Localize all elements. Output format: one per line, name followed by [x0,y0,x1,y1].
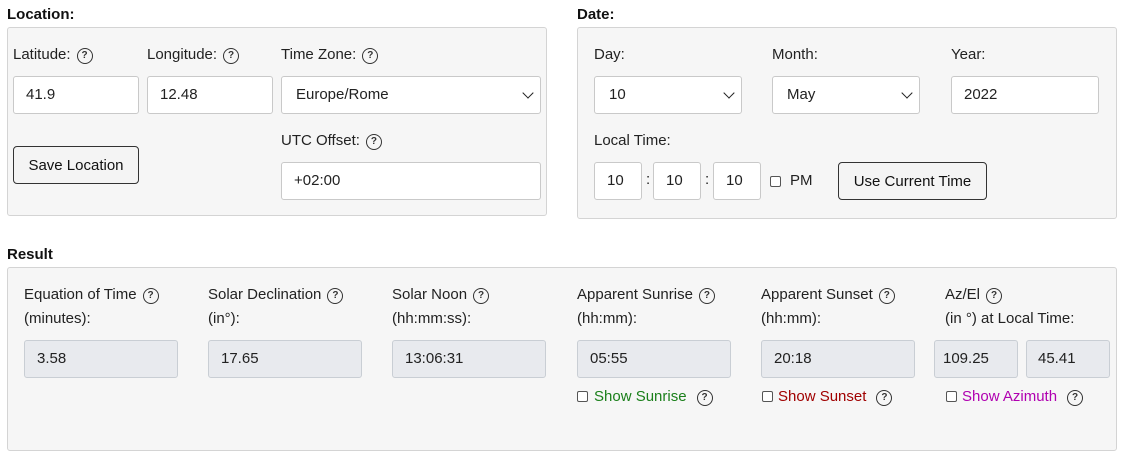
show-sunrise-checkbox[interactable] [577,391,588,402]
show-sunrise-row: Show Sunrise? [594,388,713,406]
help-icon[interactable]: ? [878,288,895,304]
latitude-label-row: Latitude:? [13,46,93,64]
hour-input[interactable]: 10 [594,162,642,200]
eot-unit-label: (minutes): [24,310,91,327]
sunset-output: 20:18 [761,340,915,378]
month-select[interactable]: May [772,76,920,114]
result-title: Result [7,246,53,263]
show-sunset-row: Show Sunset? [778,388,893,406]
date-title: Date: [577,6,615,23]
year-label: Year: [951,46,986,63]
declination-label: Solar Declination [208,286,322,303]
longitude-input[interactable]: 12.48 [147,76,273,114]
timezone-value: Europe/Rome [296,86,389,103]
help-icon[interactable]: ? [696,390,713,406]
day-label: Day: [594,46,625,63]
sunrise-unit-label: (hh:mm): [577,310,637,327]
declination-label-row: Solar Declination? [208,286,344,304]
solar-noon-label: Solar Noon [392,286,468,303]
use-current-time-button[interactable]: Use Current Time [838,162,987,200]
help-icon[interactable]: ? [876,390,893,406]
utc-label-row: UTC Offset:? [281,132,382,150]
azel-label-row: Az/El? [945,286,1003,304]
help-icon[interactable]: ? [473,288,490,304]
sunset-label-row: Apparent Sunset? [761,286,895,304]
help-icon[interactable]: ? [1067,390,1084,406]
show-azimuth-row: Show Azimuth? [962,388,1084,406]
solar-noon-label-row: Solar Noon? [392,286,490,304]
sunrise-output: 05:55 [577,340,731,378]
elevation-output: 45.41 [1026,340,1110,378]
azimuth-output: 109.25 [934,340,1018,378]
show-sunset-label[interactable]: Show Sunset [778,388,866,405]
timezone-label-row: Time Zone:? [281,46,379,64]
longitude-label: Longitude: [147,46,218,63]
show-azimuth-label[interactable]: Show Azimuth [962,388,1057,405]
sunset-unit-label: (hh:mm): [761,310,821,327]
latitude-label: Latitude: [13,46,71,63]
second-input[interactable]: 10 [713,162,761,200]
azel-label: Az/El [945,286,981,303]
help-icon[interactable]: ? [327,288,344,304]
solar-noon-unit-label: (hh:mm:ss): [392,310,472,327]
time-separator: : [705,171,710,188]
declination-output: 17.65 [208,340,362,378]
show-sunset-checkbox[interactable] [762,391,773,402]
timezone-select[interactable]: Europe/Rome [281,76,541,114]
year-input[interactable]: 2022 [951,76,1099,114]
sunrise-label: Apparent Sunrise [577,286,693,303]
day-value: 10 [609,86,626,103]
latitude-input[interactable]: 41.9 [13,76,139,114]
chevron-down-icon [723,87,735,99]
declination-unit-label: (in°): [208,310,240,327]
solar-noon-output: 13:06:31 [392,340,546,378]
eot-output: 3.58 [24,340,178,378]
help-icon[interactable]: ? [986,288,1003,304]
month-label: Month: [772,46,818,63]
longitude-label-row: Longitude:? [147,46,240,64]
azel-unit-label: (in °) at Local Time: [945,310,1075,327]
chevron-down-icon [901,87,913,99]
pm-checkbox[interactable] [770,176,781,187]
show-sunrise-label[interactable]: Show Sunrise [594,388,687,405]
eot-label: Equation of Time [24,286,137,303]
help-icon[interactable]: ? [362,48,379,64]
utc-offset-label: UTC Offset: [281,132,360,149]
local-time-label: Local Time: [594,132,671,149]
minute-input[interactable]: 10 [653,162,701,200]
utc-offset-input[interactable]: +02:00 [281,162,541,200]
save-location-button[interactable]: Save Location [13,146,139,184]
sunrise-label-row: Apparent Sunrise? [577,286,715,304]
help-icon[interactable]: ? [223,48,240,64]
help-icon[interactable]: ? [698,288,715,304]
month-value: May [787,86,816,103]
help-icon[interactable]: ? [76,48,93,64]
sunset-label: Apparent Sunset [761,286,873,303]
day-select[interactable]: 10 [594,76,742,114]
show-azimuth-checkbox[interactable] [946,391,957,402]
time-separator: : [646,171,651,188]
eot-label-row: Equation of Time? [24,286,159,304]
location-title: Location: [7,6,75,23]
help-icon[interactable]: ? [365,134,382,150]
pm-label: PM [790,172,813,189]
chevron-down-icon [522,87,534,99]
timezone-label: Time Zone: [281,46,357,63]
help-icon[interactable]: ? [142,288,159,304]
